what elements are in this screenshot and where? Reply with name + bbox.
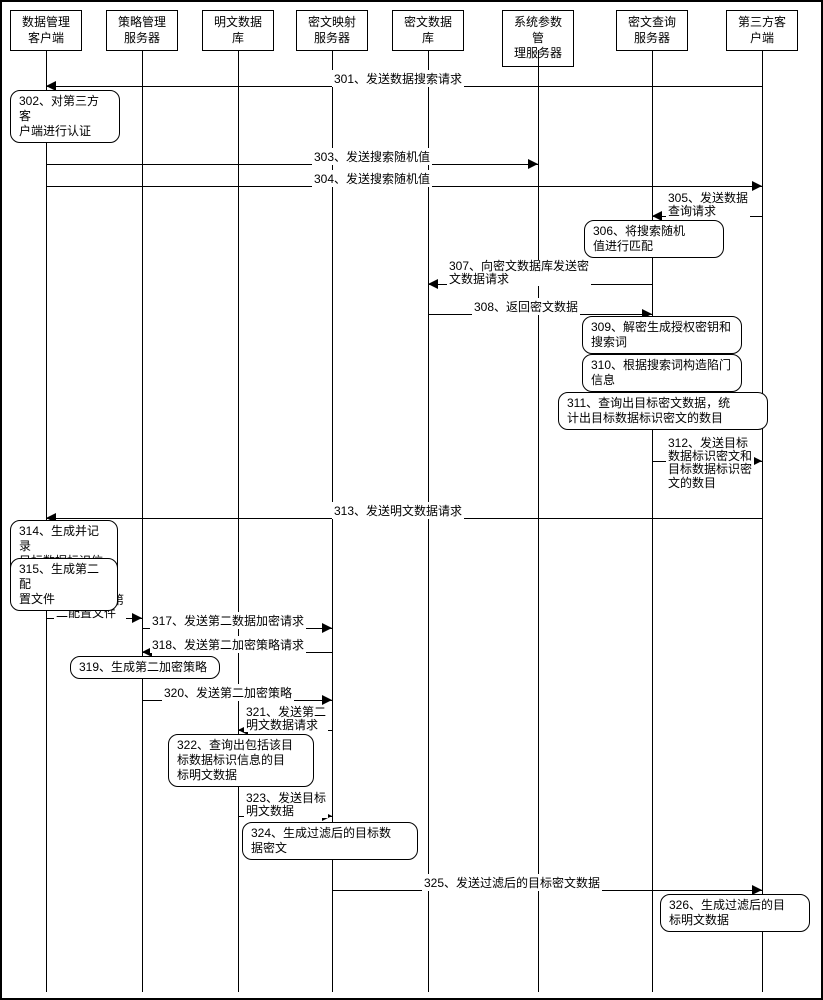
- note-n302: 302、对第三方客户端进行认证: [10, 90, 120, 143]
- note-n311: 311、查询出目标密文数据，统计出目标数据标识密文的数目: [558, 392, 768, 430]
- arrow-right-icon: [132, 613, 142, 623]
- message-m325: 325、发送过滤后的目标密文数据: [332, 876, 762, 894]
- note-n315: 315、生成第二配置文件: [10, 558, 118, 611]
- message-label: 317、发送第二数据加密请求: [150, 612, 306, 629]
- note-n306: 306、将搜索随机值进行匹配: [584, 220, 724, 258]
- message-label: 301、发送数据搜索请求: [332, 70, 464, 87]
- message-m305: 305、发送数据查询请求: [652, 202, 762, 220]
- message-m304: 304、发送搜索随机值: [46, 172, 762, 190]
- arrow-right-icon: [322, 623, 332, 633]
- message-label: 313、发送明文数据请求: [332, 502, 464, 519]
- message-m313: 313、发送明文数据请求: [46, 504, 762, 522]
- message-label: 304、发送搜索随机值: [312, 170, 432, 187]
- note-n326: 326、生成过滤后的目标明文数据: [660, 894, 810, 932]
- message-label: 312、发送目标数据标识密文和目标数据标识密文的数目: [666, 437, 754, 490]
- participant-p7: 密文查询服务器: [616, 10, 688, 51]
- message-m303: 303、发送搜索随机值: [46, 150, 538, 168]
- message-label: 305、发送数据查询请求: [666, 192, 750, 218]
- message-label: 307、向密文数据库发送密文数据请求: [447, 260, 591, 286]
- participant-p8: 第三方客户端: [726, 10, 798, 51]
- note-n319: 319、生成第二加密策略: [70, 656, 220, 679]
- message-m321: 321、发送第二明文数据请求: [238, 716, 332, 734]
- lifeline-p8: [762, 50, 763, 992]
- note-n324: 324、生成过滤后的目标数据密文: [242, 822, 418, 860]
- note-n309: 309、解密生成授权密钥和搜索词: [582, 316, 742, 354]
- participant-p3: 明文数据库: [202, 10, 274, 51]
- note-n310: 310、根据搜索词构造陷门信息: [582, 354, 742, 392]
- message-m301: 301、发送数据搜索请求: [46, 72, 762, 90]
- participant-p1: 数据管理客户端: [10, 10, 82, 51]
- message-m318: 318、发送第二加密策略请求: [142, 638, 332, 656]
- message-m307: 307、向密文数据库发送密文数据请求: [428, 270, 652, 288]
- message-label: 321、发送第二明文数据请求: [244, 706, 328, 732]
- sequence-diagram: 数据管理客户端策略管理服务器明文数据库密文映射服务器密文数据库系统参数管理服务器…: [0, 0, 823, 1000]
- message-label: 318、发送第二加密策略请求: [150, 636, 306, 653]
- message-m312: 312、发送目标数据标识密文和目标数据标识密文的数目: [652, 447, 762, 465]
- participant-p2: 策略管理服务器: [106, 10, 178, 51]
- arrow-right-icon: [322, 695, 332, 705]
- message-m323: 323、发送目标明文数据: [238, 802, 332, 820]
- participant-p4: 密文映射服务器: [296, 10, 368, 51]
- arrow-right-icon: [752, 181, 762, 191]
- message-m317: 317、发送第二数据加密请求: [142, 614, 332, 632]
- message-label: 303、发送搜索随机值: [312, 148, 432, 165]
- arrow-right-icon: [528, 159, 538, 169]
- note-n322: 322、查询出包括该目标数据标识信息的目标明文数据: [168, 734, 314, 787]
- message-label: 323、发送目标明文数据: [244, 792, 328, 818]
- arrow-left-icon: [428, 279, 438, 289]
- message-label: 308、返回密文数据: [472, 298, 580, 315]
- message-label: 325、发送过滤后的目标密文数据: [422, 874, 602, 891]
- participant-p5: 密文数据库: [392, 10, 464, 51]
- message-m320: 320、发送第二加密策略: [142, 686, 332, 704]
- message-label: 320、发送第二加密策略: [162, 684, 294, 701]
